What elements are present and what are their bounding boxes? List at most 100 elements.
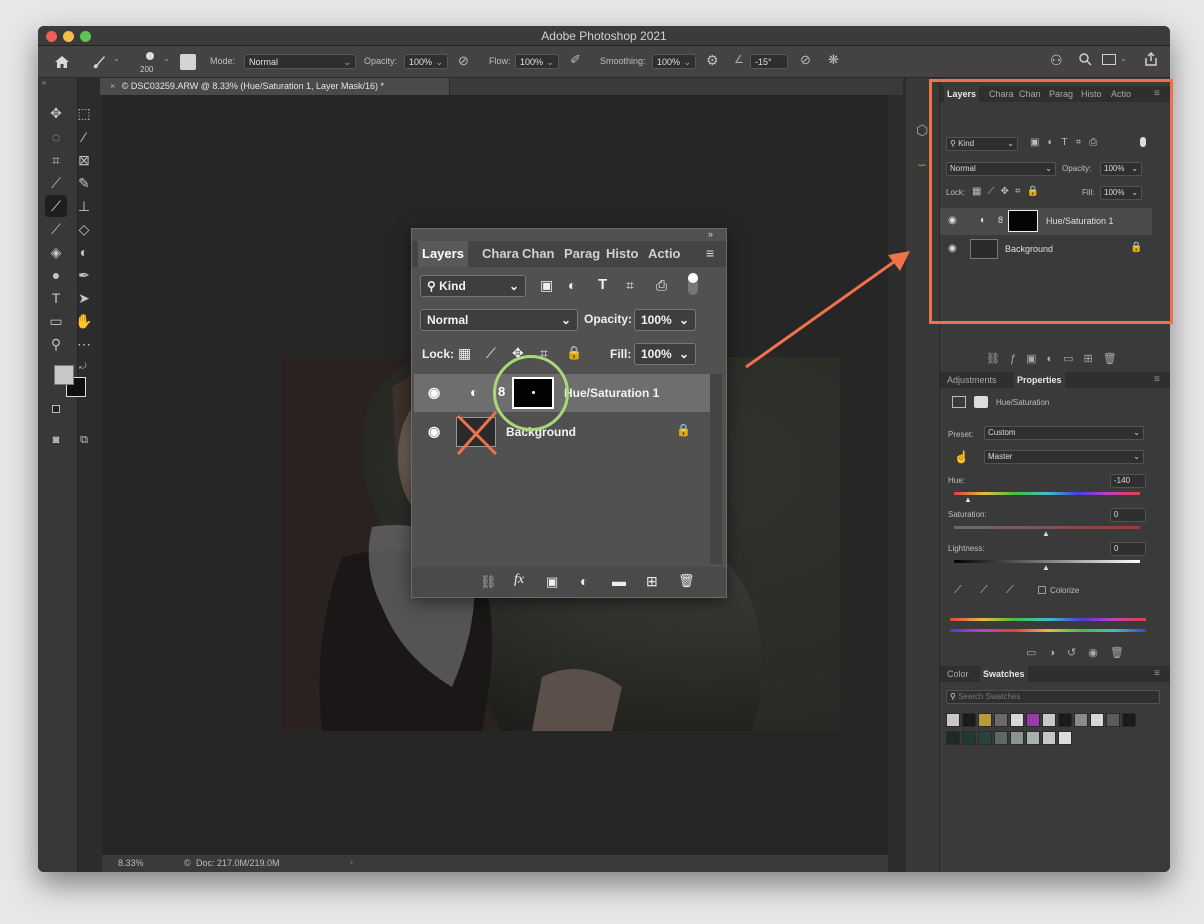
color-swatch[interactable] (946, 731, 960, 745)
symmetry-icon[interactable]: ❋ (828, 52, 839, 68)
brush-settings-icon[interactable] (180, 54, 196, 70)
blur-tool-icon[interactable]: ◐ (75, 243, 93, 261)
zoom-tool-icon[interactable]: ⚲ (47, 335, 65, 353)
tab-color[interactable]: Color (944, 666, 972, 682)
color-swatch[interactable] (962, 731, 976, 745)
dodge-tool-icon[interactable]: ● (47, 266, 65, 284)
default-colors-icon[interactable] (52, 405, 60, 413)
opacity-input[interactable]: 100% ⌄ (404, 54, 448, 69)
color-swatch[interactable] (1122, 713, 1136, 727)
airbrush-icon[interactable]: ✐ (570, 52, 581, 68)
filter-shape-icon[interactable]: ⌗ (626, 277, 634, 294)
pressure-opacity-icon[interactable]: ⊘ (458, 53, 469, 69)
close-icon[interactable]: × (110, 81, 115, 91)
color-swatch[interactable] (1058, 713, 1072, 727)
panel-menu-icon[interactable]: ≡ (1154, 668, 1160, 679)
brush-tool-icon[interactable] (90, 53, 108, 71)
preset-select[interactable]: Custom ⌄ (984, 426, 1144, 440)
fill-input[interactable]: 100% ⌄ (634, 343, 696, 365)
chevron-down-icon[interactable]: ⌄ (163, 54, 170, 63)
lock-icon[interactable]: 🔒 (676, 423, 691, 437)
channel-select[interactable]: Master ⌄ (984, 450, 1144, 464)
brush-preview-icon[interactable] (142, 49, 158, 65)
marquee-tool-icon[interactable]: ⬚ (75, 104, 93, 122)
tab-swatches[interactable]: Swatches (980, 666, 1028, 682)
filter-adjustment-icon[interactable]: ◐ (568, 277, 576, 293)
collapse-icon[interactable]: » (708, 229, 713, 239)
flow-input[interactable]: 100% ⌄ (515, 54, 559, 69)
lasso-tool-icon[interactable]: ◌ (47, 128, 65, 146)
eyedropper-icon[interactable]: ⟋ (954, 584, 962, 597)
tab-paragraph[interactable]: Parag (560, 241, 604, 267)
tab-channels[interactable]: Chan (518, 241, 559, 267)
fx-icon[interactable]: fx (514, 572, 524, 588)
frame-tool-icon[interactable]: ⊠ (75, 151, 93, 169)
filter-pixel-icon[interactable]: ▣ (540, 277, 553, 294)
mode-select[interactable]: Normal ⌄ (244, 54, 356, 69)
filter-toggle[interactable] (688, 273, 698, 295)
filter-smart-object-icon[interactable]: ⎙ (656, 277, 667, 294)
add-mask-icon[interactable]: ▣ (546, 574, 558, 590)
path-selection-icon[interactable]: ➤ (75, 289, 93, 307)
lightness-slider-handle[interactable]: ▲ (1042, 563, 1050, 572)
brush-settings-icon[interactable]: ∽ (917, 158, 927, 172)
color-swatch[interactable] (1090, 713, 1104, 727)
chevron-right-icon[interactable]: › (350, 857, 353, 867)
panel-menu-icon[interactable]: ≡ (706, 245, 714, 261)
stamp-tool-icon[interactable]: ⊥ (75, 197, 93, 215)
document-tab[interactable]: × © DSC03259.ARW @ 8.33% (Hue/Saturation… (100, 78, 450, 95)
hue-input[interactable]: -140 (1110, 474, 1146, 488)
color-swatch[interactable] (1026, 731, 1040, 745)
layer-opacity-input[interactable]: 100% ⌄ (634, 309, 696, 331)
magic-wand-icon[interactable]: ⁄ (75, 128, 93, 146)
new-group-icon[interactable]: ▬ (612, 573, 626, 589)
color-swatch[interactable] (1074, 713, 1088, 727)
type-tool-icon[interactable]: T (47, 289, 65, 307)
color-swatch[interactable] (1010, 713, 1024, 727)
tab-history[interactable]: Histo (602, 241, 643, 267)
color-swatch[interactable] (1042, 731, 1056, 745)
color-swatch[interactable] (994, 713, 1008, 727)
tab-adjustments[interactable]: Adjustments (944, 372, 1000, 388)
colorize-checkbox[interactable] (1038, 586, 1046, 594)
collapse-panel-icon[interactable]: « (42, 78, 46, 87)
layers-scrollbar[interactable] (710, 374, 722, 564)
eraser-tool-icon[interactable]: ◇ (75, 220, 93, 238)
pen-tool-icon[interactable]: ✒ (75, 266, 93, 284)
zoom-level[interactable]: 8.33% (118, 858, 144, 868)
layer-name[interactable]: Hue/Saturation 1 (564, 386, 659, 400)
gear-icon[interactable]: ⚙ (706, 52, 719, 69)
more-tools-icon[interactable]: ⋯ (75, 335, 93, 353)
filter-type-icon[interactable]: T (598, 276, 607, 293)
search-icon[interactable] (1078, 52, 1092, 68)
link-layers-icon[interactable]: ⛓ (480, 574, 497, 590)
healing-brush-icon[interactable]: ✎ (75, 174, 93, 192)
eyedropper-plus-icon[interactable]: ⟋ (980, 584, 988, 597)
swap-colors-icon[interactable]: ⤾ (79, 361, 87, 372)
color-swatch[interactable] (994, 731, 1008, 745)
paint-bucket-icon[interactable]: ◈ (47, 243, 65, 261)
eyedropper-minus-icon[interactable]: ⟋ (1006, 584, 1014, 597)
history-brush-icon[interactable]: ⟋ (47, 220, 65, 238)
color-swatch[interactable] (1042, 713, 1056, 727)
targeted-adjustment-icon[interactable]: ☝ (954, 450, 969, 464)
workspace-icon[interactable] (1102, 54, 1116, 65)
share-icon[interactable] (1144, 51, 1158, 69)
screen-mode-icon[interactable]: ⧉ (75, 431, 93, 449)
smoothing-input[interactable]: 100% ⌄ (652, 54, 696, 69)
new-layer-icon[interactable]: ⊞ (646, 573, 658, 590)
delete-layer-icon[interactable]: 🗑 (678, 573, 695, 589)
hue-slider-track[interactable] (954, 492, 1140, 495)
color-swatch[interactable] (1106, 713, 1120, 727)
3d-icon[interactable]: ⬡ (916, 122, 928, 139)
tab-properties[interactable]: Properties (1014, 372, 1065, 388)
kind-filter[interactable]: ⚲ Kind ⌄ (420, 275, 526, 297)
color-swatch[interactable] (978, 731, 992, 745)
eyedropper-tool-icon[interactable]: ⟋ (47, 174, 65, 192)
lock-paint-icon[interactable]: ⟋ (486, 345, 496, 362)
color-swatch[interactable] (1026, 713, 1040, 727)
angle-input[interactable]: -15° (750, 54, 788, 69)
mask-icon[interactable] (974, 396, 988, 408)
eye-icon[interactable]: ◉ (428, 384, 440, 401)
new-adjustment-icon[interactable]: ◐ (580, 573, 588, 589)
